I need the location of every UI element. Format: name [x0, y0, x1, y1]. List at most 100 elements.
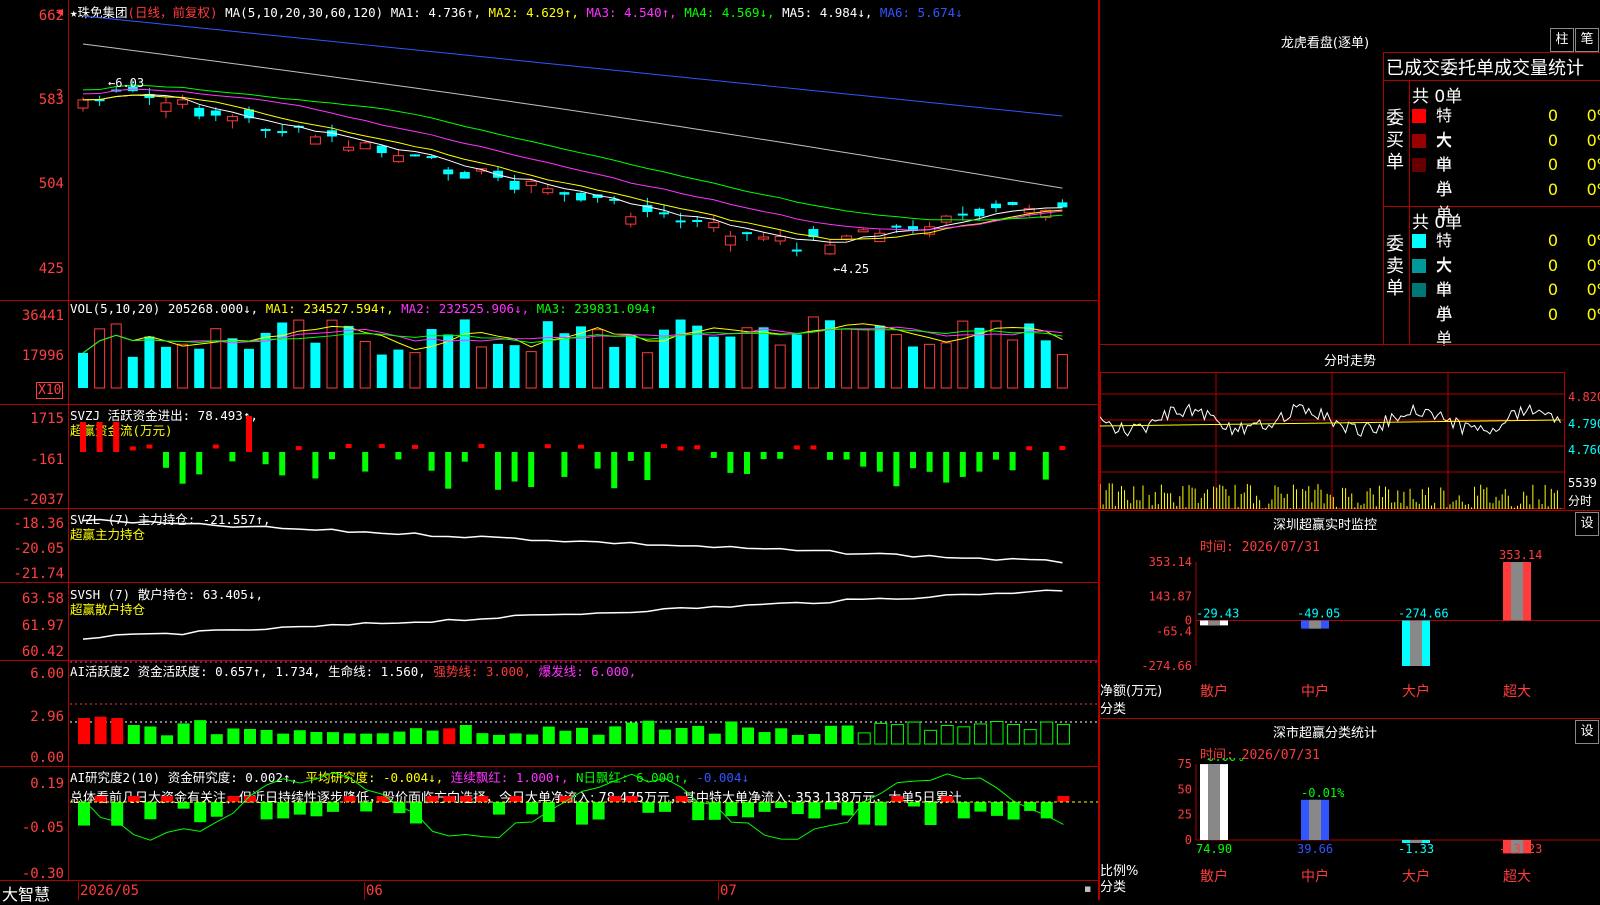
candle-body [841, 235, 853, 240]
activity-bar [78, 717, 90, 744]
bar-chart-bar-highlight [1511, 562, 1523, 621]
bar-mode-button[interactable]: 柱 [1550, 28, 1574, 52]
activity-bar [526, 734, 539, 744]
research-bar [94, 796, 107, 802]
activity-bar [111, 718, 124, 744]
flow-bar [511, 452, 518, 482]
sz-class-chart[interactable]: 75 50 25 0 74.90 -0.00% 散户 39.66 -0.01% 中户 -1.33 大户… [1100, 758, 1600, 900]
ai-active-axis-3: 0.00 [30, 750, 64, 766]
date-tick-jul [718, 882, 719, 900]
intraday-chart[interactable] [1100, 372, 1565, 509]
research-bar [775, 802, 788, 808]
research-bar [692, 802, 705, 821]
buy-swatch [1412, 182, 1426, 197]
flow-bar [1059, 446, 1066, 451]
brand-label: 大智慧 [2, 885, 51, 904]
research-bar [908, 802, 920, 807]
research-bar [542, 802, 555, 822]
volume-bar [409, 352, 421, 389]
buy-count: 0 [1547, 106, 1558, 125]
research-bar [194, 802, 207, 823]
activity-bar [725, 721, 738, 744]
bar-chart-value: -29.43 [1196, 607, 1239, 621]
svzl-axis-2: -20.05 [13, 541, 64, 557]
volume-bar [393, 349, 404, 388]
date-tick-may [78, 882, 79, 900]
price-axis-2: 583 [38, 92, 64, 108]
candle-body [824, 244, 836, 255]
activity-bar [758, 732, 771, 744]
candle-body [343, 146, 355, 151]
chevron-left-icon[interactable]: ◂ [56, 4, 63, 20]
help-icon[interactable]: ? [56, 88, 63, 103]
research-bar [343, 796, 356, 802]
activity-bar [874, 722, 888, 745]
svzl-chart[interactable] [70, 508, 1098, 582]
lock-icon[interactable]: ▪ [1084, 882, 1091, 895]
activity-bar [592, 734, 605, 744]
main-holding-line [82, 518, 1063, 564]
bar-chart-bar-highlight [1410, 620, 1422, 666]
ai-research-chart[interactable] [70, 766, 1098, 880]
sep-bottom [0, 880, 1100, 881]
activity-bar [260, 729, 273, 744]
candle-body [874, 232, 886, 243]
flow-bar [179, 452, 186, 484]
activity-bar [426, 730, 439, 744]
flow-bar [677, 446, 684, 451]
intraday-axis-1: 4.820 [1568, 390, 1600, 404]
date-tick-jun [364, 882, 365, 900]
flow-bar [694, 445, 701, 450]
date-label-jul: 07 [720, 883, 737, 899]
tick-mode-button[interactable]: 笔 [1575, 28, 1599, 52]
candle-body [226, 116, 238, 122]
research-bar [725, 802, 738, 817]
svzj-chart[interactable] [70, 404, 1098, 508]
sz-monitor-settings-button[interactable]: 设 [1575, 512, 1599, 536]
candle-body [443, 169, 454, 175]
sell-count: 0 [1547, 231, 1558, 250]
activity-bar [476, 733, 489, 744]
sz-monitor-title: 深圳超赢实时监控 [1272, 518, 1377, 533]
volume-bar [609, 346, 620, 388]
candle-body [576, 192, 586, 201]
volume-bar [94, 328, 106, 389]
bar-chart-category: 超大 [1503, 869, 1531, 885]
buy-count: 0 [1547, 179, 1558, 199]
ai-active-chart[interactable] [70, 660, 1098, 766]
research-bar [227, 796, 240, 802]
sz-class-settings-button[interactable]: 设 [1575, 720, 1599, 744]
volume-bar [426, 329, 437, 388]
activity-bar [890, 724, 904, 745]
flow-bar [528, 452, 535, 488]
research-bar [244, 796, 256, 802]
activity-bar [459, 725, 472, 744]
main-chart-area[interactable]: ★珠免集团(日线，前复权) MA(5,10,20,30,60,120) MA1:… [0, 0, 1100, 904]
volume-bar [758, 327, 769, 388]
sz-monitor-chart[interactable]: 353.14143.870-65.4-274.66-29.43散户-49.05中… [1100, 550, 1600, 718]
price-chart[interactable] [70, 0, 1098, 300]
svsh-axis-3: 60.42 [21, 644, 64, 660]
research-bar [260, 802, 273, 820]
activity-bar [642, 720, 655, 744]
sell-count: 0 [1547, 280, 1558, 299]
activity-bar [659, 729, 671, 744]
vol-chart[interactable] [70, 300, 1098, 404]
svsh-chart[interactable] [70, 582, 1098, 660]
volume-bar [1024, 323, 1035, 388]
candle-body [194, 107, 205, 117]
volume-bar [343, 325, 354, 388]
flow-bar [395, 452, 402, 460]
sell-pct: 0% [1586, 280, 1600, 299]
flow-bar [860, 452, 867, 467]
flow-bar [80, 422, 86, 452]
activity-bar [708, 733, 721, 744]
volume-bar [890, 334, 902, 389]
date-label-may: 2026/05 [80, 883, 140, 899]
bar-chart-bar-highlight [1208, 764, 1220, 840]
bar-chart-value: -49.05 [1297, 607, 1340, 621]
sell-pct: 0% [1586, 255, 1600, 275]
sz-class-top-line [1100, 718, 1600, 719]
research-bar [293, 802, 306, 815]
svzj-axis-3: -2037 [21, 492, 64, 508]
